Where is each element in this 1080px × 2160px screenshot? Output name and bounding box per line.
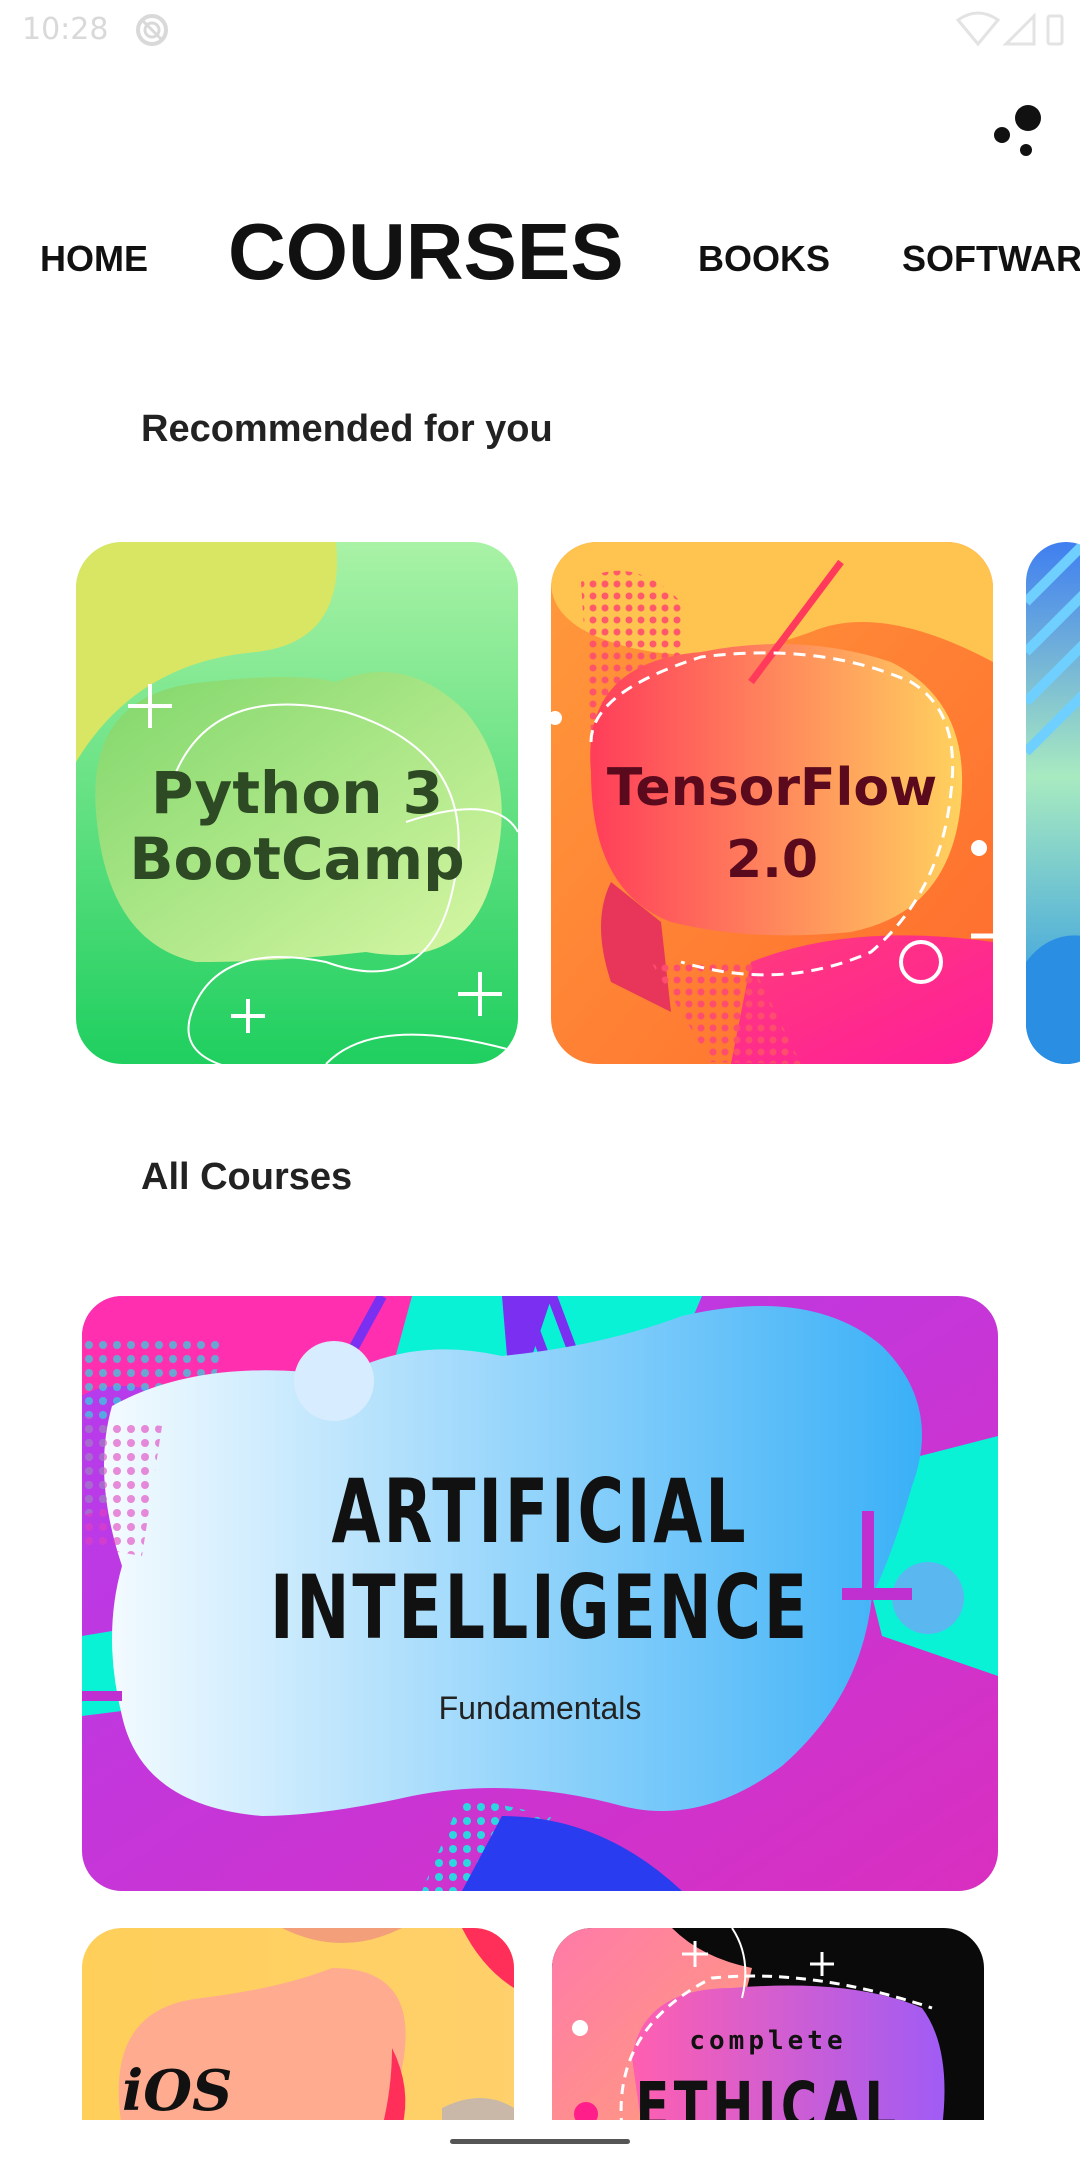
course-card-python-title-line1: Python 3 bbox=[150, 759, 444, 827]
category-tabs: HOME COURSES BOOKS SOFTWARE bbox=[0, 200, 1080, 320]
course-card-tensorflow-title-line1: TensorFlow bbox=[606, 758, 938, 818]
course-card-python-title-line2: BootCamp bbox=[129, 825, 465, 893]
course-card-ai-subtitle: Fundamentals bbox=[438, 1690, 642, 1726]
section-title-all-courses: All Courses bbox=[141, 1156, 353, 1198]
course-card-ai-title-line2: INTELLIGENCE bbox=[269, 1556, 811, 1659]
home-indicator[interactable] bbox=[450, 2139, 630, 2144]
status-bar: 10:28 bbox=[0, 0, 1080, 60]
course-card-artificial-intelligence[interactable]: ARTIFICIAL INTELLIGENCE Fundamentals bbox=[82, 1296, 998, 1891]
course-card-ai-title-line1: ARTIFICIAL bbox=[331, 1460, 749, 1563]
more-options-icon[interactable] bbox=[990, 100, 1050, 160]
course-card-ethical-hacking[interactable]: complete ETHICAL bbox=[552, 1928, 984, 2128]
course-card-partial[interactable] bbox=[1026, 542, 1080, 1064]
course-card-ethical-subtitle: complete bbox=[689, 2026, 847, 2056]
course-card-python[interactable]: Python 3 BootCamp bbox=[76, 542, 518, 1064]
tab-books[interactable]: BOOKS bbox=[698, 238, 830, 280]
course-card-ios-title: iOS bbox=[122, 2058, 233, 2124]
section-title-recommended: Recommended for you bbox=[141, 408, 553, 450]
tab-home[interactable]: HOME bbox=[40, 238, 148, 280]
tab-software[interactable]: SOFTWARE bbox=[902, 238, 1080, 280]
course-card-tensorflow-title-line2: 2.0 bbox=[725, 830, 819, 890]
course-card-ai-title: ARTIFICIAL INTELLIGENCE bbox=[210, 1464, 870, 1656]
course-card-tensorflow-title: TensorFlow 2.0 bbox=[551, 752, 993, 896]
signal-icons bbox=[955, 11, 1064, 47]
tab-courses[interactable]: COURSES bbox=[228, 206, 624, 298]
course-card-partial-art bbox=[1026, 542, 1080, 1064]
course-card-ios[interactable]: iOS bbox=[82, 1928, 514, 2128]
do-not-disturb-icon bbox=[136, 14, 168, 46]
course-card-python-title: Python 3 BootCamp bbox=[76, 760, 518, 892]
course-card-tensorflow[interactable]: TensorFlow 2.0 bbox=[551, 542, 993, 1064]
status-time: 10:28 bbox=[22, 12, 109, 47]
course-card-ethical-title: ETHICAL bbox=[635, 2068, 901, 2128]
